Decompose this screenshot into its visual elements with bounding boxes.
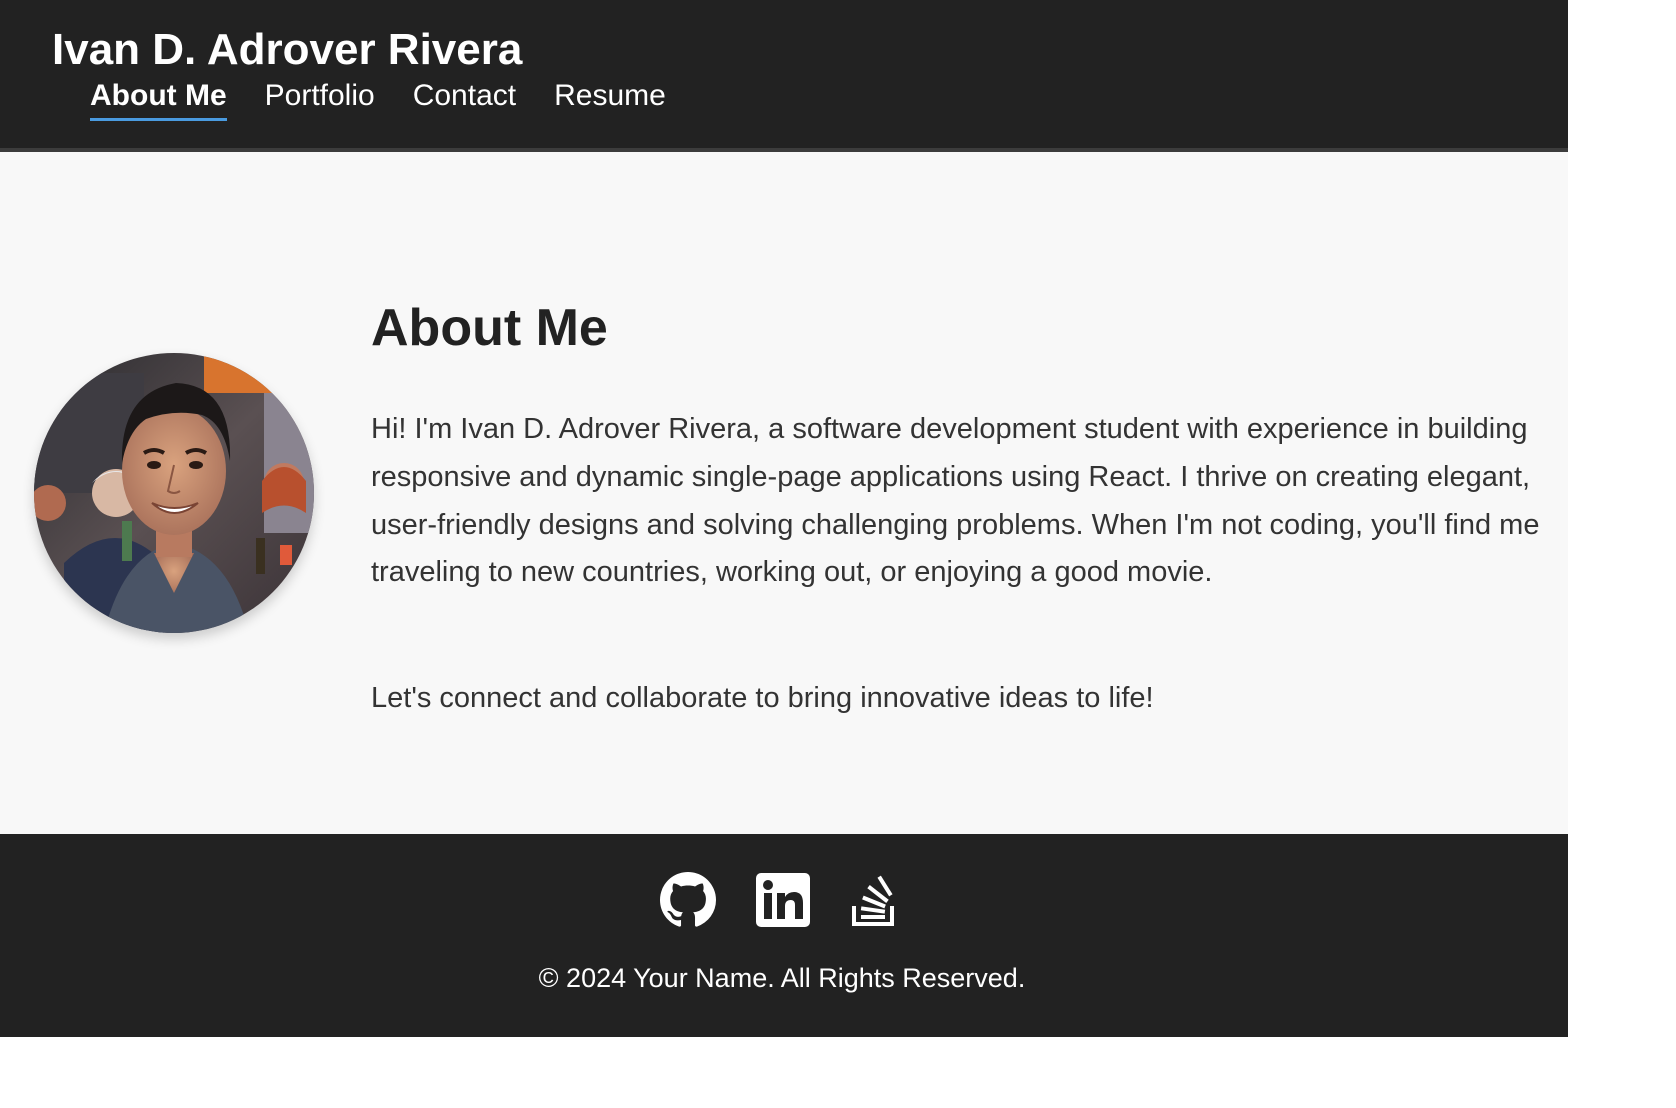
page: Ivan D. Adrover Rivera About Me Portfoli… (0, 0, 1568, 1037)
site-title: Ivan D. Adrover Rivera (52, 25, 523, 74)
about-heading: About Me (371, 299, 608, 357)
stackoverflow-link[interactable] (850, 872, 898, 933)
site-header: Ivan D. Adrover Rivera About Me Portfoli… (0, 0, 1568, 152)
nav-link-about-me[interactable]: About Me (90, 76, 227, 121)
social-links (660, 872, 898, 933)
profile-photo (34, 353, 314, 633)
about-bio: Hi! I'm Ivan D. Adrover Rivera, a softwa… (371, 413, 1540, 589)
site-footer: © 2024 Your Name. All Rights Reserved. (0, 834, 1568, 1037)
github-icon (660, 872, 716, 927)
linkedin-icon (756, 873, 810, 927)
about-call-to-action: Let's connect and collaborate to bring i… (371, 682, 1154, 714)
github-link[interactable] (660, 872, 716, 933)
linkedin-link[interactable] (756, 873, 810, 932)
nav-link-resume[interactable]: Resume (554, 76, 666, 121)
avatar (34, 353, 314, 633)
copyright-text: © 2024 Your Name. All Rights Reserved. (538, 963, 1026, 993)
main-nav: About Me Portfolio Contact Resume (90, 76, 666, 121)
nav-link-portfolio[interactable]: Portfolio (265, 76, 375, 121)
about-section: About Me Hi! I'm Ivan D. Adrover Rivera,… (0, 152, 1568, 834)
nav-link-contact[interactable]: Contact (413, 76, 516, 121)
stackoverflow-icon (852, 875, 894, 926)
